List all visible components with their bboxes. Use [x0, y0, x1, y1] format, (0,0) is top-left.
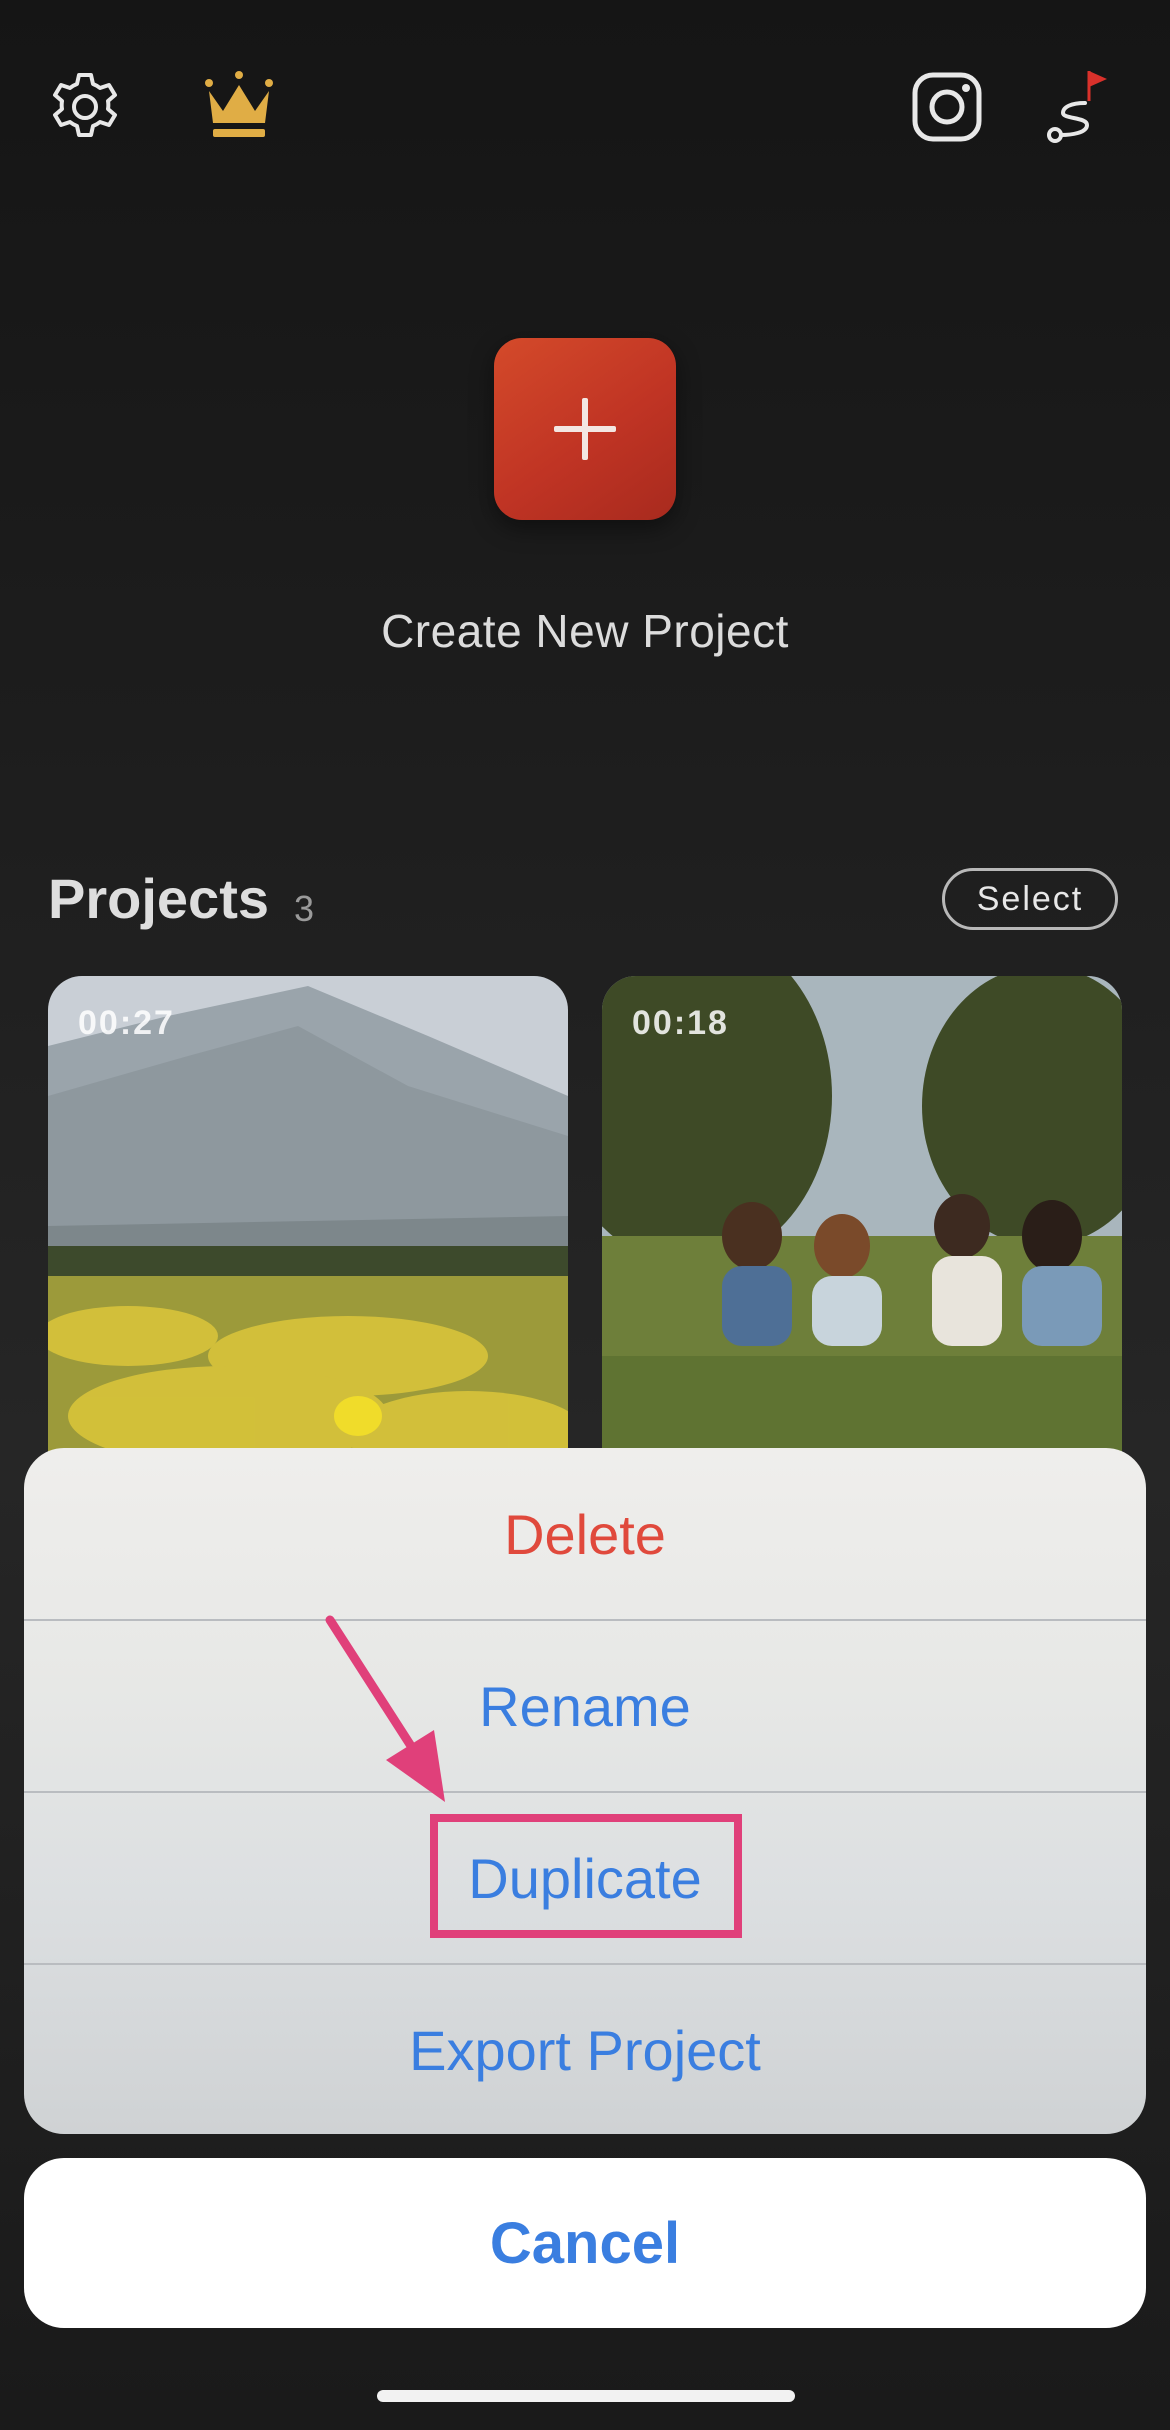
- home-indicator: [377, 2390, 795, 2402]
- mountain-field-image: [48, 976, 568, 1496]
- project-thumbnail[interactable]: 00:18: [602, 976, 1122, 1496]
- export-project-button[interactable]: Export Project: [24, 1964, 1146, 2134]
- music-flag-icon: [1047, 71, 1107, 143]
- instagram-icon: [912, 72, 982, 142]
- projects-title: Projects: [48, 867, 269, 930]
- delete-button[interactable]: Delete: [24, 1448, 1146, 1620]
- crown-icon: [205, 71, 273, 137]
- instagram-button[interactable]: [902, 62, 992, 152]
- duration-label: 00:18: [632, 1004, 729, 1042]
- projects-count: 3: [294, 888, 315, 929]
- create-project-label: Create New Project: [381, 605, 789, 657]
- plus-icon: [554, 398, 616, 460]
- music-button[interactable]: [1036, 62, 1126, 152]
- project-thumbnail[interactable]: 00:27: [48, 976, 568, 1496]
- duration-label: 00:27: [78, 1004, 175, 1042]
- settings-button[interactable]: [40, 62, 130, 152]
- gear-icon: [53, 73, 117, 137]
- create-project-button[interactable]: [494, 338, 676, 520]
- rename-button[interactable]: Rename: [24, 1620, 1146, 1792]
- select-button[interactable]: Select: [942, 868, 1118, 930]
- cancel-button[interactable]: Cancel: [24, 2158, 1146, 2328]
- action-sheet: Delete Rename Duplicate Export Project: [24, 1448, 1146, 2134]
- annotation-arrow-icon: [325, 1615, 445, 1802]
- duplicate-highlight-box: [430, 1814, 742, 1938]
- premium-button[interactable]: [194, 62, 284, 152]
- friends-grass-image: [602, 976, 1122, 1496]
